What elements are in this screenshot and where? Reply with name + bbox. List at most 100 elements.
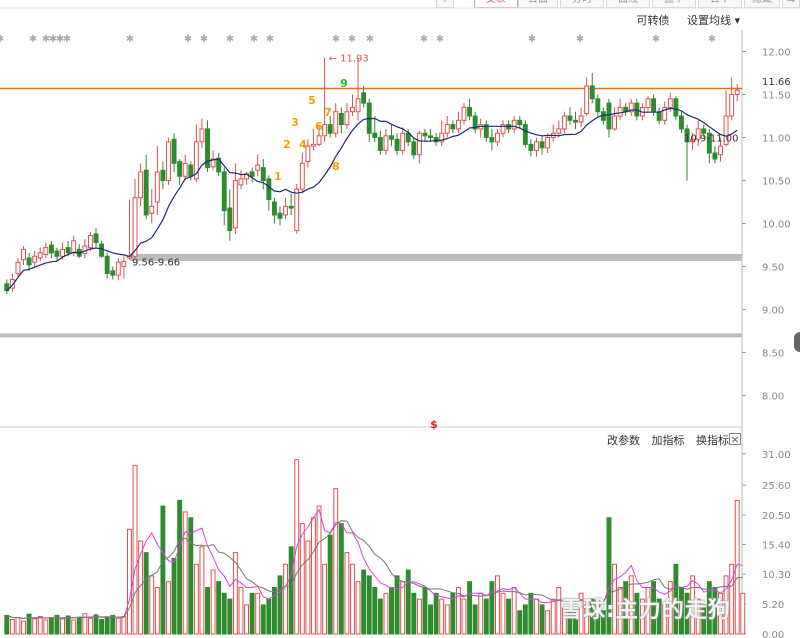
star-marker-12: ✱ — [332, 34, 340, 45]
candle-body-24 — [138, 171, 144, 199]
candle-body-128 — [718, 145, 723, 156]
candle-body-101 — [567, 115, 573, 121]
volume-bar-5 — [32, 618, 38, 635]
volume-bar-18 — [104, 616, 110, 635]
candle-body-104 — [584, 85, 590, 114]
support-band-lower — [0, 333, 742, 338]
candle-body-74 — [416, 132, 422, 156]
volume-bar-38 — [216, 581, 222, 635]
add-indicator-button[interactable]: 加指标 — [652, 434, 685, 447]
candle-body-75 — [422, 132, 428, 137]
candle-body-9 — [54, 250, 60, 257]
candle-body-21 — [121, 260, 127, 268]
volume-bar-91 — [511, 587, 517, 635]
max-price-label: ← 11.93 — [329, 54, 369, 65]
td-count-5: 5 — [308, 94, 316, 107]
candle-body-52 — [294, 188, 300, 231]
range-label-high: 10.9-11.00 — [684, 134, 739, 145]
candle-body-127 — [712, 152, 718, 160]
candle-body-59 — [333, 111, 339, 134]
price-chart[interactable]: ✱✱✱✱✱✱✱✱✱✱✱✱✱✱✱✱✱✱✱✱✱12.0011.5011.0010.5… — [0, 0, 800, 638]
star-marker-7: ✱ — [184, 34, 192, 45]
candle-body-33 — [188, 164, 194, 177]
candle-body-60 — [338, 112, 344, 126]
vol-tick-label-4: 10.30 — [762, 570, 791, 581]
star-marker-8: ✱ — [200, 34, 208, 45]
candle-body-12 — [71, 240, 77, 254]
price-tick-label-2: 11.00 — [762, 134, 791, 145]
candle-body-103 — [578, 115, 584, 123]
star-marker-17: ✱ — [528, 34, 536, 45]
volume-bar-15 — [87, 617, 93, 635]
star-marker-6: ✱ — [126, 34, 134, 45]
td-count-4: 4 — [299, 138, 307, 151]
price-tick-label-8: 8.00 — [762, 392, 784, 403]
candle-body-17 — [99, 243, 105, 257]
volume-bar-36 — [205, 587, 210, 635]
candle-body-70 — [394, 138, 400, 151]
volume-bar-0 — [4, 614, 10, 635]
candle-body-41 — [232, 180, 238, 229]
volume-bar-26 — [149, 575, 155, 635]
volume-bar-72 — [405, 569, 411, 635]
candle-body-67 — [377, 137, 383, 151]
candle-body-5 — [32, 255, 38, 263]
volume-bar-34 — [193, 563, 199, 635]
volume-bar-60 — [338, 523, 344, 635]
vol-tick-label-6: 0.00 — [762, 630, 784, 638]
candle-body-51 — [288, 205, 294, 209]
close-indicator-icon[interactable]: × — [729, 433, 741, 445]
volume-bar-83 — [467, 581, 473, 635]
candle-body-8 — [48, 244, 54, 254]
td-count-6: 6 — [315, 120, 323, 133]
watermark-text: 雪球:主力的走狗 — [560, 598, 731, 623]
td-count-3: 3 — [291, 116, 299, 129]
candle-body-57 — [322, 124, 328, 137]
star-marker-16: ✱ — [436, 34, 444, 45]
volume-bar-44 — [249, 592, 255, 635]
td-count-9: 9 — [340, 77, 348, 90]
candle-body-73 — [411, 141, 417, 156]
candle-body-117 — [656, 111, 662, 121]
volume-bar-62 — [350, 563, 355, 635]
candle-body-83 — [467, 106, 473, 117]
volume-bar-23 — [132, 464, 138, 635]
volume-bar-68 — [383, 592, 389, 635]
star-marker-10: ✱ — [250, 34, 258, 45]
candle-body-63 — [355, 98, 361, 113]
candle-body-119 — [667, 98, 673, 108]
change-params-button[interactable]: 改参数 — [607, 434, 640, 447]
price-tick-label-6: 9.00 — [762, 306, 784, 317]
volume-bar-84 — [472, 604, 478, 635]
candle-body-116 — [651, 98, 657, 113]
candle-body-2 — [15, 261, 21, 274]
candle-body-80 — [450, 124, 456, 130]
candle-body-88 — [495, 132, 500, 143]
panel-collapse-handle[interactable] — [794, 332, 800, 352]
td-count-7: 7 — [324, 106, 332, 119]
candle-body-10 — [60, 248, 65, 257]
candle-body-71 — [400, 132, 406, 151]
vol-tick-label-2: 20.50 — [762, 511, 791, 522]
candle-body-47 — [266, 178, 272, 200]
volume-bar-31 — [177, 499, 183, 635]
vol-tick-label-0: 31.00 — [762, 450, 791, 461]
volume-bar-35 — [199, 546, 205, 635]
candle-body-82 — [461, 106, 467, 121]
dollar-marker: $ — [430, 418, 438, 431]
switch-indicator-button[interactable]: 换指标 — [696, 434, 729, 447]
candle-body-49 — [277, 212, 283, 219]
volume-bar-51 — [288, 546, 294, 635]
volume-bar-13 — [76, 616, 82, 635]
volume-bar-89 — [500, 592, 506, 635]
candle-body-7 — [43, 247, 49, 256]
star-marker-13: ✱ — [348, 34, 356, 45]
candle-body-95 — [534, 141, 539, 151]
volume-bar-2 — [15, 617, 21, 635]
volume-bar-75 — [422, 587, 428, 635]
volume-bar-17 — [99, 618, 105, 635]
volume-bar-57 — [322, 563, 328, 635]
candle-body-58 — [327, 124, 333, 134]
volume-bar-66 — [372, 587, 378, 635]
volume-bar-59 — [333, 488, 339, 635]
